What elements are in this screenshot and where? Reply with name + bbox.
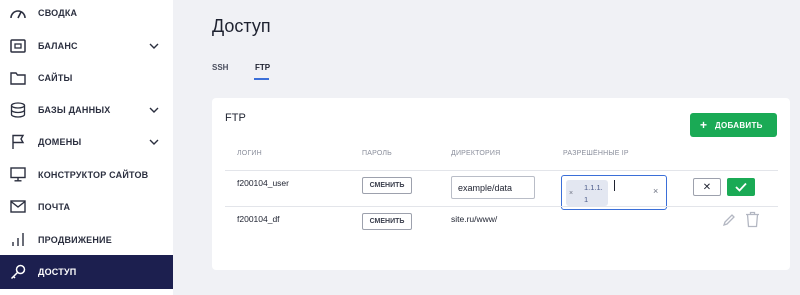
trash-icon[interactable]: [745, 211, 760, 228]
sidebar-item-label: ПОЧТА: [38, 201, 71, 212]
key-icon: [9, 263, 27, 281]
sidebar-item-label: ДОМЕНЫ: [38, 136, 82, 147]
close-icon: ✕: [702, 181, 712, 193]
sidebar-item-label: ПРОДВИЖЕНИЕ: [38, 234, 112, 245]
cancel-button[interactable]: ✕: [693, 178, 721, 196]
bar-chart-icon: [9, 231, 27, 249]
sidebar-item-promotion[interactable]: ПРОДВИЖЕНИЕ: [0, 223, 173, 256]
gauge-icon: [9, 4, 27, 22]
plus-icon: +: [700, 118, 708, 132]
edit-icon[interactable]: [722, 213, 736, 227]
change-password-button[interactable]: СМЕНИТЬ: [362, 177, 412, 194]
sidebar-item-label: СВОДКА: [38, 7, 78, 18]
active-tab-indicator: [254, 78, 269, 80]
chevron-down-icon: [149, 139, 159, 145]
chevron-down-icon: [149, 43, 159, 49]
sidebar: СВОДКА БАЛАНС САЙТЫ БАЗЫ ДАННЫХ ДОМЕНЫ К…: [0, 0, 173, 295]
flag-icon: [9, 133, 27, 151]
column-header-password: ПАРОЛЬ: [362, 150, 392, 157]
folder-icon: [9, 69, 27, 87]
column-header-directory: ДИРЕКТОРИЯ: [451, 150, 501, 157]
add-button-label: ДОБАВИТЬ: [715, 120, 763, 130]
sidebar-item-summary[interactable]: СВОДКА: [0, 0, 173, 29]
clear-icon[interactable]: ×: [653, 186, 658, 196]
directory-input[interactable]: [451, 176, 535, 199]
sidebar-item-site-builder[interactable]: КОНСТРУКТОР САЙТОВ: [0, 158, 173, 191]
divider: [225, 170, 778, 171]
sidebar-item-balance[interactable]: БАЛАНС: [0, 29, 173, 62]
save-button[interactable]: [727, 178, 755, 196]
monitor-icon: [9, 166, 27, 184]
sidebar-item-sites[interactable]: САЙТЫ: [0, 61, 173, 94]
tab-ssh[interactable]: SSH: [212, 63, 228, 72]
divider: [225, 206, 778, 207]
text-cursor: [614, 180, 615, 191]
chevron-down-icon: [149, 107, 159, 113]
add-button[interactable]: + ДОБАВИТЬ: [690, 113, 777, 137]
login-cell: f200104_df: [237, 214, 280, 224]
sidebar-item-label: БАЗЫ ДАННЫХ: [38, 104, 111, 115]
login-cell: f200104_user: [237, 178, 289, 188]
sidebar-item-databases[interactable]: БАЗЫ ДАННЫХ: [0, 93, 173, 126]
directory-cell: site.ru/www/: [451, 214, 498, 224]
page-title: Доступ: [212, 16, 271, 36]
sidebar-item-label: ДОСТУП: [38, 267, 77, 277]
tab-ftp[interactable]: FTP: [255, 63, 270, 72]
ip-chip-value: 1.1.1.1: [584, 183, 603, 204]
column-header-login: ЛОГИН: [237, 150, 262, 157]
wallet-icon: [9, 37, 27, 55]
mail-icon: [9, 198, 27, 216]
sidebar-item-mail[interactable]: ПОЧТА: [0, 190, 173, 223]
sidebar-item-domains[interactable]: ДОМЕНЫ: [0, 125, 173, 158]
database-icon: [9, 101, 27, 119]
sidebar-item-access[interactable]: ДОСТУП: [0, 255, 173, 289]
remove-ip-icon[interactable]: ×: [569, 190, 573, 197]
sidebar-item-label: КОНСТРУКТОР САЙТОВ: [38, 169, 149, 180]
card-title: FTP: [225, 112, 246, 124]
change-password-button[interactable]: СМЕНИТЬ: [362, 213, 412, 230]
sidebar-item-label: САЙТЫ: [38, 72, 73, 83]
column-header-allowed-ip: РАЗРЕШЁННЫЕ IP: [563, 150, 629, 157]
check-icon: [735, 182, 747, 192]
sidebar-item-label: БАЛАНС: [38, 40, 78, 51]
